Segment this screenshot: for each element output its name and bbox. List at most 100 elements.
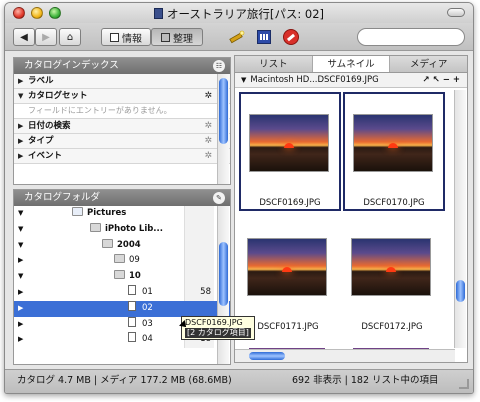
disclosure-right-icon[interactable]: ▶ <box>18 149 23 163</box>
forward-button[interactable]: ▶ <box>35 28 57 46</box>
organize-label: 整理 <box>173 33 193 45</box>
horizontal-scrollbar[interactable] <box>235 349 455 362</box>
sunset-image <box>386 267 396 272</box>
index-scroll-thumb[interactable] <box>219 78 228 144</box>
back-button[interactable]: ◀ <box>13 28 35 46</box>
thumbnail-cell[interactable]: DSCF0170.JPG <box>343 92 445 211</box>
count-cell <box>184 237 214 254</box>
disclosure-down-icon[interactable]: ▼ <box>241 76 246 84</box>
disclosure-right-icon[interactable]: ▶ <box>18 134 23 148</box>
disclosure-down-icon[interactable]: ▼ <box>18 269 23 284</box>
tab-thumbnails[interactable]: サムネイル <box>312 56 391 72</box>
thumbnail-scroll-thumb[interactable] <box>456 280 465 302</box>
photo-thumbnail[interactable] <box>351 238 431 296</box>
photo-file-icon <box>128 332 136 343</box>
thumbnail-caption: DSCF0172.JPG <box>361 322 423 332</box>
sunset-image <box>388 143 398 148</box>
info-button[interactable]: 情報 <box>101 28 151 46</box>
document-icon <box>153 8 163 19</box>
folder-icon <box>102 238 113 248</box>
folder-scrollbar[interactable] <box>217 206 229 364</box>
tooltip-filename: DSCF0169.JPG <box>185 318 243 327</box>
organize-icon <box>161 32 170 42</box>
folder-scroll-thumb[interactable] <box>219 242 228 306</box>
disclosure-right-icon[interactable]: ▶ <box>18 119 23 133</box>
resize-grip-icon[interactable] <box>459 379 469 389</box>
home-icon: ⌂ <box>66 31 74 43</box>
folder-icon <box>114 254 125 264</box>
tooltip-count: [2 カタログ項目] <box>185 328 251 338</box>
wand-icon[interactable] <box>227 29 247 45</box>
tree-row-iphoto[interactable]: ▼ iPhoto Lib... <box>14 221 230 238</box>
catalog-index-title: カタログインデックス <box>24 60 119 71</box>
folder-icon <box>72 207 83 216</box>
no-entry-icon[interactable] <box>283 29 299 45</box>
tree-row-2004[interactable]: ▼ 2004 <box>14 237 230 254</box>
disclosure-right-icon[interactable]: ▶ <box>18 253 23 268</box>
photo-thumbnail[interactable] <box>353 114 433 172</box>
photo-thumbnail[interactable] <box>249 114 329 172</box>
disclosure-right-icon[interactable]: ▶ <box>18 74 23 88</box>
disclosure-down-icon[interactable]: ▼ <box>18 238 23 253</box>
toolbar-toggle-button[interactable] <box>447 8 465 17</box>
search-field[interactable] <box>357 28 465 46</box>
tree-row-10[interactable]: ▼ 10 <box>14 269 230 285</box>
organize-button[interactable]: 整理 <box>151 28 203 46</box>
tree-row-pictures[interactable]: ▼ Pictures <box>14 206 230 222</box>
index-row-empty-message: フィールドにエントリーがありません。 <box>14 104 230 119</box>
tree-row-09[interactable]: ▶ 09 <box>14 253 230 270</box>
disclosure-right-icon[interactable]: ▶ <box>18 332 23 347</box>
thumbnail-caption: DSCF0170.JPG <box>363 198 425 208</box>
thumbnail-cell[interactable]: DSCF0172.JPG <box>343 218 445 337</box>
status-catalog-size: カタログ 4.7 MB | メディア 177.2 MB (68.6MB) <box>17 375 232 386</box>
tab-media[interactable]: メディア <box>390 56 467 72</box>
gear-icon[interactable]: ✲ <box>204 119 212 133</box>
index-row-type[interactable]: ▶ タイプ ✲ <box>14 134 230 149</box>
disclosure-down-icon[interactable]: ▼ <box>18 206 23 221</box>
tree-row-01[interactable]: ▶ 01 58 <box>14 284 230 301</box>
photo-file-icon <box>128 300 136 311</box>
thumbnail-cell[interactable]: DSCF0169.JPG <box>239 92 341 211</box>
horizontal-scroll-thumb[interactable] <box>249 352 285 360</box>
tree-row-02[interactable]: ▶ 02 <box>14 300 230 317</box>
disclosure-down-icon[interactable]: ▼ <box>18 222 23 237</box>
index-menu-button[interactable]: ☷ <box>213 60 225 72</box>
catalog-folder-header: カタログフォルダ ✎ <box>14 190 230 206</box>
photo-thumbnail[interactable] <box>247 238 327 296</box>
gear-icon[interactable]: ✲ <box>204 89 212 103</box>
index-row-catalog-set[interactable]: ▼ カタログセット ✲ <box>14 89 230 104</box>
path-bar: ▼ Macintosh HD...DSCF0169.JPG ↗↖−+ <box>235 73 467 88</box>
index-row-event[interactable]: ▶ イベント ✲ <box>14 149 230 164</box>
tab-list[interactable]: リスト <box>235 56 313 72</box>
disclosure-right-icon[interactable]: ▶ <box>18 301 23 316</box>
folder-icon <box>114 270 125 280</box>
index-row-labels[interactable]: ▶ ラベル <box>14 74 230 89</box>
count-cell: 58 <box>184 284 214 301</box>
thumbnail-caption: DSCF0169.JPG <box>259 198 321 208</box>
folder-tool-button[interactable]: ✎ <box>213 192 225 204</box>
gear-icon[interactable]: ✲ <box>204 134 212 148</box>
sunset-image <box>284 143 294 148</box>
photo-file-icon <box>128 316 136 327</box>
forward-icon: ▶ <box>42 31 50 43</box>
disclosure-right-icon[interactable]: ▶ <box>18 317 23 332</box>
index-scrollbar[interactable] <box>217 74 229 184</box>
thumbnail-scrollbar[interactable] <box>454 90 466 348</box>
photo-file-icon <box>128 284 136 295</box>
count-cell <box>184 253 214 270</box>
info-icon <box>110 32 119 42</box>
folder-icon <box>90 222 101 232</box>
browser-pane: リスト サムネイル メディア ▼ Macintosh HD...DSCF0169.… <box>234 55 468 363</box>
disclosure-right-icon[interactable]: ▶ <box>18 285 23 300</box>
status-bar: カタログ 4.7 MB | メディア 177.2 MB (68.6MB) 692… <box>5 369 473 393</box>
count-cell <box>184 206 214 222</box>
gear-icon[interactable]: ✲ <box>204 149 212 163</box>
path-tools[interactable]: ↗↖−+ <box>423 73 464 87</box>
view-tabs: リスト サムネイル メディア <box>235 56 467 73</box>
disclosure-down-icon[interactable]: ▼ <box>18 89 23 103</box>
back-icon: ◀ <box>20 31 28 43</box>
home-button[interactable]: ⌂ <box>59 28 81 46</box>
status-item-count: 692 非表示 | 182 リスト中の項目 <box>292 375 439 386</box>
index-row-date-search[interactable]: ▶ 日付の検索 ✲ <box>14 119 230 134</box>
calendar-icon[interactable] <box>257 30 271 44</box>
